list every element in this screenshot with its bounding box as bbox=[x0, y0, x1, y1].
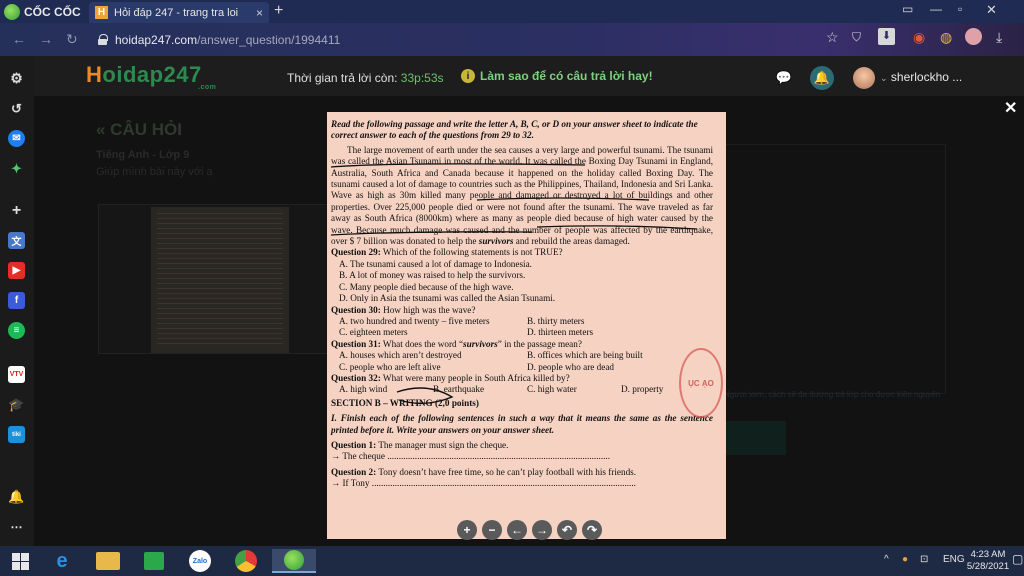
back-arrow-icon[interactable]: ← bbox=[12, 31, 26, 47]
close-window-icon[interactable]: ✕ bbox=[986, 2, 997, 18]
zoom-out-button[interactable]: − bbox=[482, 520, 502, 540]
game-icon[interactable]: ✦ bbox=[8, 160, 25, 177]
more-icon[interactable]: ⋯ bbox=[8, 518, 25, 535]
question-image-thumbnail[interactable] bbox=[151, 207, 289, 353]
hoidap247-logo[interactable]: Hoidap247 .com bbox=[86, 62, 216, 91]
bell-icon[interactable]: 🔔 bbox=[8, 488, 25, 505]
translate-icon[interactable]: 文 bbox=[8, 232, 25, 249]
username[interactable]: ⌄ sherlockho ... bbox=[880, 70, 962, 84]
browser-brand[interactable]: CỐC CỐC bbox=[4, 3, 81, 20]
shield-icon[interactable]: ⛉ bbox=[852, 30, 861, 45]
bookmark-star-icon[interactable]: ☆ bbox=[826, 29, 839, 46]
next-button[interactable]: → bbox=[532, 520, 552, 540]
site-header: Hoidap247 .com Thời gian trả lời còn: 33… bbox=[34, 56, 1024, 96]
network-icon[interactable]: ⊡ bbox=[920, 554, 928, 565]
chevron-down-icon: ⌄ bbox=[880, 73, 888, 83]
windows-taskbar: e Zalo ^ ● ⊡ ENG 4:23 AM 5/28/2021 ▢ bbox=[0, 546, 1024, 576]
extension-2-icon[interactable]: ◍ bbox=[940, 29, 952, 46]
address-bar: ← → ↻ hoidap247.com/answer_question/1994… bbox=[0, 23, 1024, 56]
handwritten-underlines bbox=[330, 163, 698, 405]
screen: CỐC CỐC H Hỏi đáp 247 - trang tra loi × … bbox=[0, 0, 1024, 576]
windows-logo-icon bbox=[11, 552, 29, 570]
close-icon[interactable]: ✕ bbox=[1004, 98, 1017, 118]
worksheet-image: Read the following passage and write the… bbox=[327, 112, 726, 539]
avatar[interactable] bbox=[853, 67, 875, 89]
browser-sidebar: ⚙ ↺ ✉ ✦ + 文 ▶ f ≡ VTV 🎓 tiki 🔔 ⋯ bbox=[0, 56, 34, 546]
start-button[interactable] bbox=[2, 549, 38, 573]
plus-icon[interactable]: + bbox=[8, 202, 25, 219]
graduation-cap-icon[interactable]: 🎓 bbox=[8, 396, 25, 413]
info-icon: i bbox=[461, 69, 475, 83]
tab-title: Hỏi đáp 247 - trang tra loi bbox=[114, 6, 239, 19]
submit-button[interactable] bbox=[720, 421, 786, 455]
youtube-icon[interactable]: ▶ bbox=[8, 262, 25, 279]
url-field[interactable]: hoidap247.com/answer_question/1994411 bbox=[92, 28, 902, 51]
taskbar-clock[interactable]: 4:23 AM 5/28/2021 bbox=[960, 549, 1016, 573]
prev-button[interactable]: ← bbox=[507, 520, 527, 540]
forward-arrow-icon[interactable]: → bbox=[39, 31, 53, 47]
messenger-icon[interactable]: ✉ bbox=[8, 130, 25, 147]
hoidap-favicon-icon: H bbox=[95, 6, 108, 19]
tiki-icon[interactable]: tiki bbox=[8, 426, 25, 443]
url-text: hoidap247.com/answer_question/1994411 bbox=[115, 32, 341, 47]
answer-box bbox=[720, 144, 946, 394]
tray-chevron-icon[interactable]: ^ bbox=[884, 554, 889, 565]
facebook-icon[interactable]: f bbox=[8, 292, 25, 309]
answer-timer: Thời gian trả lời còn: 33p:53s bbox=[287, 71, 444, 85]
zoom-in-button[interactable]: + bbox=[457, 520, 477, 540]
subject-label: Tiếng Anh - Lớp 9 bbox=[96, 149, 190, 161]
zalo-icon[interactable]: Zalo bbox=[182, 549, 218, 573]
chat-icon[interactable]: 💬 bbox=[772, 66, 796, 90]
extension-icon[interactable]: ◉ bbox=[913, 29, 925, 46]
tips-link[interactable]: i Làm sao để có câu trả lời hay! bbox=[461, 69, 653, 83]
minimize-icon[interactable]: — bbox=[930, 2, 942, 16]
download-video-icon[interactable]: ⬇ bbox=[878, 28, 895, 45]
reload-icon[interactable]: ↻ bbox=[66, 31, 78, 48]
question-text: Giúp mình bài này với ạ bbox=[96, 166, 213, 178]
history-icon[interactable]: ↺ bbox=[8, 100, 25, 117]
question-image-card[interactable] bbox=[98, 204, 328, 354]
download-icon[interactable]: ⤓ bbox=[996, 29, 1002, 46]
chrome-icon[interactable] bbox=[228, 549, 264, 573]
browser-tab[interactable]: H Hỏi đáp 247 - trang tra loi × bbox=[89, 2, 269, 23]
store-icon[interactable] bbox=[136, 549, 172, 573]
coccoc-taskbar-icon[interactable] bbox=[272, 549, 316, 573]
browser-tab-bar: CỐC CỐC H Hỏi đáp 247 - trang tra loi × … bbox=[0, 0, 1024, 23]
spotify-icon[interactable]: ≡ bbox=[8, 322, 25, 339]
picture-in-picture-icon[interactable]: ▭ bbox=[902, 2, 913, 16]
vtv-icon[interactable]: VTV bbox=[8, 366, 25, 383]
internet-explorer-icon[interactable]: e bbox=[44, 549, 80, 573]
file-explorer-icon[interactable] bbox=[90, 549, 126, 573]
lock-icon[interactable] bbox=[98, 34, 108, 45]
answer-hint: Ngươi xem, cách sẽ đa đường trà lớp cho … bbox=[724, 390, 941, 399]
profile-avatar-icon[interactable] bbox=[965, 28, 982, 45]
notification-center-icon[interactable]: ▢ bbox=[1012, 552, 1023, 566]
new-tab-button[interactable]: + bbox=[274, 2, 283, 20]
restore-icon[interactable]: ▫ bbox=[958, 2, 962, 16]
back-title[interactable]: « CÂU HỎI bbox=[96, 120, 182, 140]
notification-bell-icon[interactable]: 🔔 bbox=[810, 66, 834, 90]
rotate-left-button[interactable]: ↶ bbox=[557, 520, 577, 540]
tray-app-icon[interactable]: ● bbox=[902, 554, 908, 565]
browser-brand-label: CỐC CỐC bbox=[24, 4, 81, 19]
gear-icon[interactable]: ⚙ bbox=[8, 70, 25, 87]
image-viewer-controls: + − ← → ↶ ↷ bbox=[457, 520, 602, 540]
close-tab-icon[interactable]: × bbox=[256, 6, 263, 20]
rotate-right-button[interactable]: ↷ bbox=[582, 520, 602, 540]
coccoc-logo-icon bbox=[4, 3, 20, 20]
